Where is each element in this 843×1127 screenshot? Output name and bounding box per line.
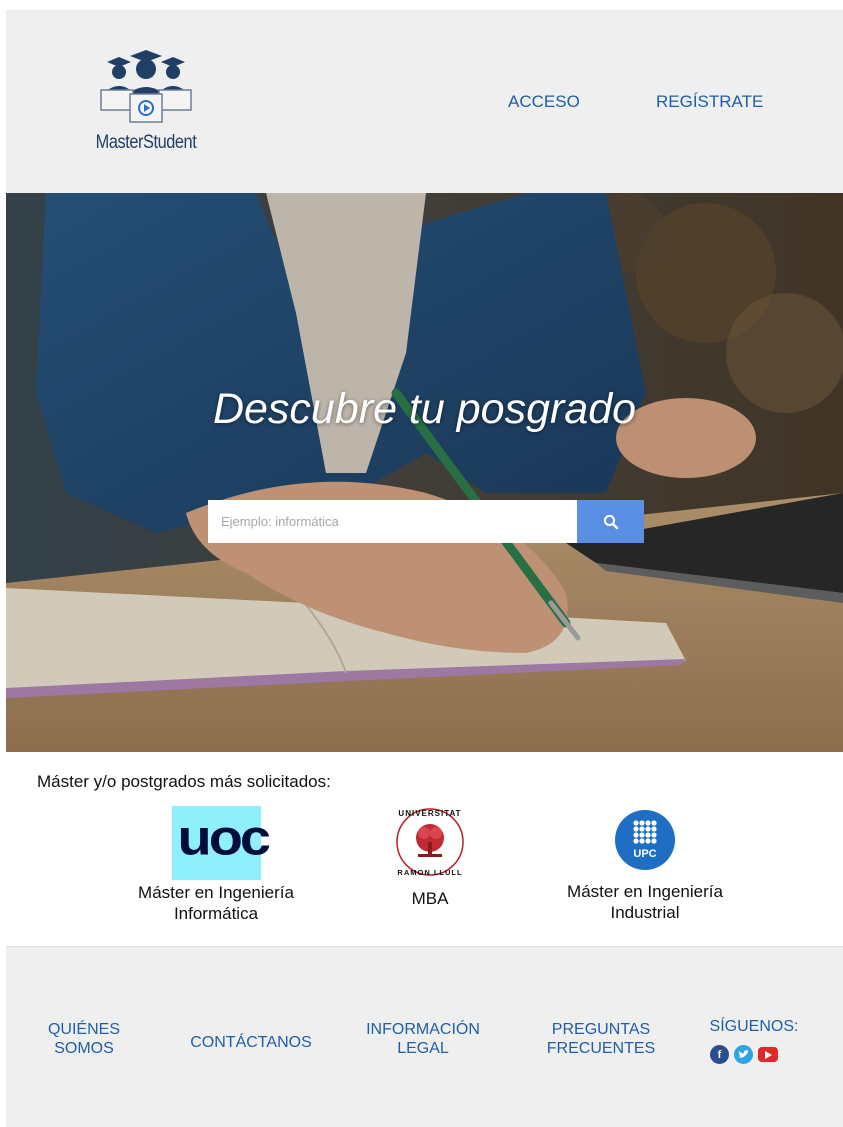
preguntas-frecuentes-link[interactable]: PREGUNTAS FRECUENTES — [526, 1020, 676, 1058]
svg-text:UPC: UPC — [633, 848, 656, 860]
search-button[interactable] — [577, 500, 644, 543]
svg-text:RAMON LLULL: RAMON LLULL — [397, 868, 462, 877]
link-line: LEGAL — [397, 1040, 449, 1057]
acceso-link[interactable]: ACCESO — [508, 92, 580, 112]
program-label: MBA — [411, 889, 449, 908]
upc-logo-icon: UPC — [615, 810, 675, 870]
twitter-icon[interactable] — [734, 1045, 753, 1064]
youtube-icon[interactable] — [758, 1047, 778, 1062]
quienes-somos-link[interactable]: QUIÉNES SOMOS — [44, 1020, 124, 1058]
site-header: MasterStudent ACCESO REGÍSTRATE — [6, 10, 843, 193]
program-card-mba[interactable]: UNIVERSITAT RAMON LLULL MBA — [370, 802, 490, 909]
siguenos-label: SÍGUENOS: — [709, 1018, 799, 1035]
ramon-llull-seal-icon: UNIVERSITAT RAMON LLULL — [396, 808, 464, 877]
program-card-uoc[interactable]: uoc Máster en Ingeniería Informática — [106, 806, 326, 924]
program-label: Máster en Ingeniería — [138, 883, 294, 902]
graduates-icon — [100, 50, 192, 123]
informacion-legal-link[interactable]: INFORMACIÓN LEGAL — [358, 1020, 488, 1058]
program-label: Máster en Ingeniería — [567, 882, 723, 901]
hero-title: Descubre tu posgrado — [212, 385, 637, 433]
contactanos-link[interactable]: CONTÁCTANOS — [176, 1033, 326, 1052]
link-line: PREGUNTAS — [551, 1021, 651, 1038]
facebook-icon[interactable]: f — [710, 1045, 729, 1064]
search-input[interactable] — [208, 500, 577, 543]
site-footer: QUIÉNES SOMOS CONTÁCTANOS INFORMACIÓN LE… — [6, 946, 843, 1127]
popular-title: Máster y/o postgrados más solicitados: — [37, 772, 331, 791]
registrate-link[interactable]: REGÍSTRATE — [656, 92, 763, 112]
link-line: FRECUENTES — [546, 1040, 656, 1057]
program-label: Informática — [173, 904, 259, 923]
program-card-upc[interactable]: UPC Máster en Ingeniería Industrial — [540, 809, 750, 923]
link-line: INFORMACIÓN — [366, 1021, 480, 1038]
search-icon — [603, 514, 618, 529]
uoc-logo-text: uoc — [177, 808, 272, 866]
masterstudent-logo[interactable]: MasterStudent — [81, 50, 211, 170]
social-links: f — [710, 1045, 778, 1064]
link-line: SOMOS — [54, 1040, 114, 1057]
hero-background-image — [6, 193, 843, 752]
link-line: QUIÉNES — [47, 1021, 120, 1038]
svg-text:UNIVERSITAT: UNIVERSITAT — [398, 809, 461, 818]
logo-text: MasterStudent — [95, 132, 197, 153]
hero-banner: Descubre tu posgrado — [6, 193, 843, 752]
uoc-logo: uoc — [171, 806, 271, 880]
program-label: Industrial — [610, 903, 680, 922]
